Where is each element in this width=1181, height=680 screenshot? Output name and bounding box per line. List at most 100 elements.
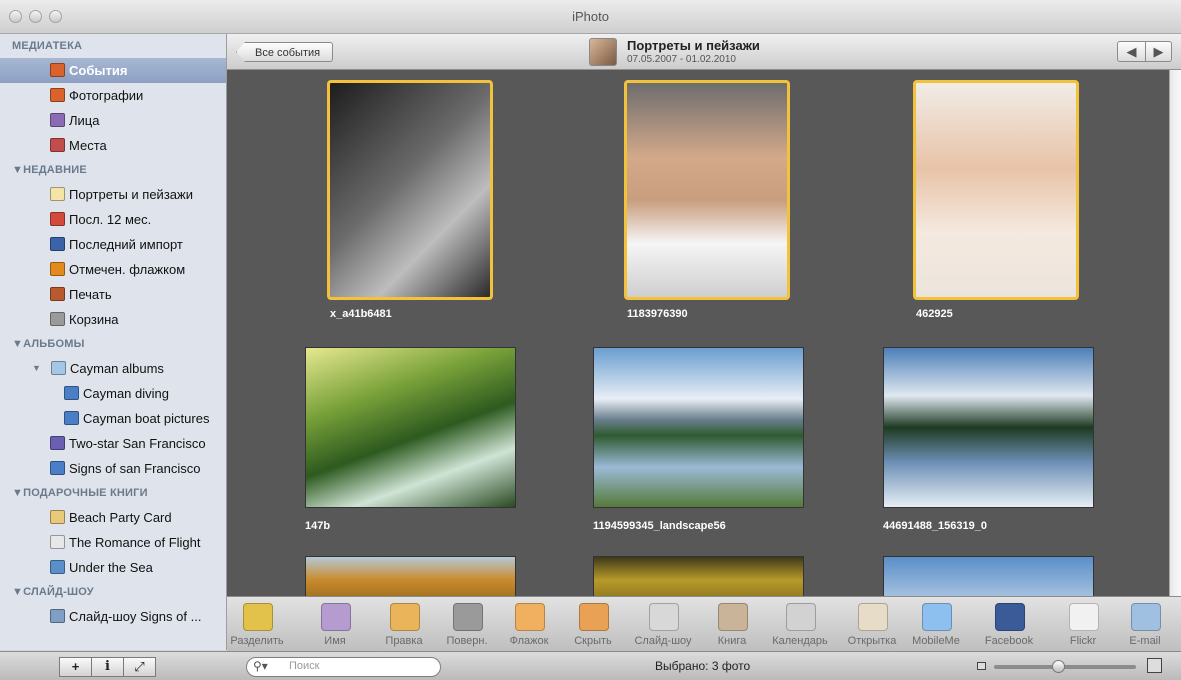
edit-icon[interactable] (390, 603, 420, 631)
photos-icon (50, 88, 65, 102)
split-icon[interactable] (243, 603, 273, 631)
email-icon[interactable] (1131, 603, 1161, 631)
sidebar-section-header[interactable]: ▼СЛАЙД-ШОУ (0, 580, 226, 604)
event-header: Все события Портреты и пейзажи 07.05.200… (227, 34, 1181, 70)
toolbar-button[interactable]: Флажок (499, 597, 559, 652)
sidebar-section-header[interactable]: ▼ПОДАРОЧНЫЕ КНИГИ (0, 481, 226, 505)
name-icon[interactable] (321, 603, 351, 631)
photo-caption[interactable]: 1194599345_landscape56 (593, 520, 726, 532)
photo-thumbnail[interactable] (883, 556, 1094, 596)
toolbar-button[interactable]: Правка (374, 597, 434, 652)
calendar-icon[interactable] (786, 603, 816, 631)
toolbar-button-label: Flickr (1069, 635, 1097, 647)
sidebar-item[interactable]: Отмечен. флажком (0, 257, 226, 282)
toolbar-button[interactable]: Разделить (227, 597, 287, 652)
flickr-icon[interactable] (1069, 603, 1099, 631)
previous-event-button[interactable]: ◀ (1118, 42, 1146, 61)
sidebar-item[interactable]: Cayman boat pictures (0, 406, 226, 431)
sidebar-item-label: Two-star San Francisco (69, 436, 206, 451)
sidebar-item[interactable]: Посл. 12 мес. (0, 207, 226, 232)
sidebar-item[interactable]: Фотографии (0, 83, 226, 108)
vertical-scrollbar[interactable] (1169, 70, 1181, 596)
disclosure-triangle-icon[interactable]: ▼ (32, 356, 41, 381)
photo-grid: x_a41b6481 1183976390 462925 147b 1194599345… (227, 70, 1169, 596)
book-icon[interactable] (718, 603, 748, 631)
fullscreen-button[interactable]: ⤢ (123, 657, 156, 677)
toolbar-button[interactable]: Facebook (979, 597, 1039, 652)
toolbar-button[interactable]: Поверн. (437, 597, 497, 652)
sidebar-section-header[interactable]: МЕДИАТЕКА (0, 34, 226, 58)
photo-thumbnail[interactable] (624, 80, 790, 300)
sidebar-section-header[interactable]: ▼АЛЬБОМЫ (0, 332, 226, 356)
photo-caption[interactable]: 1183976390 (627, 308, 688, 320)
sidebar-item[interactable]: Корзина (0, 307, 226, 332)
info-button[interactable]: i (91, 657, 124, 677)
add-button[interactable]: + (59, 657, 92, 677)
toolbar-button-label: Скрыть (574, 635, 612, 647)
toolbar-button-label: Имя (324, 635, 346, 647)
sidebar-item[interactable]: Under the Sea (0, 555, 226, 580)
sidebar-item[interactable]: ▼ Cayman albums (0, 356, 226, 381)
photo-caption[interactable]: 147b (305, 520, 330, 532)
sidebar-section-header[interactable]: ▼НЕДАВНИЕ (0, 158, 226, 182)
smart-album-icon (50, 436, 65, 450)
toolbar-button[interactable]: Скрыть (563, 597, 623, 652)
sidebar-item[interactable]: Лица (0, 108, 226, 133)
sidebar-item[interactable]: Портреты и пейзажи (0, 182, 226, 207)
sidebar-item[interactable]: Cayman diving (0, 381, 226, 406)
search-field[interactable]: ⚲▾ Поиск (246, 657, 441, 677)
sidebar-item[interactable]: Последний импорт (0, 232, 226, 257)
album-icon (64, 386, 79, 400)
slideshow-icon (50, 609, 65, 623)
toolbar-button[interactable]: E-mail (1115, 597, 1175, 652)
photo-thumbnail[interactable] (305, 556, 516, 596)
photo-thumbnail[interactable] (305, 347, 516, 508)
toolbar-button[interactable]: Книга (702, 597, 762, 652)
rotate-icon[interactable] (453, 603, 483, 631)
photo-thumbnail[interactable] (327, 80, 493, 300)
sidebar-item-label: Cayman boat pictures (83, 411, 210, 426)
photo-thumbnail[interactable] (913, 80, 1079, 300)
toolbar-button[interactable]: Имя (305, 597, 365, 652)
all-events-button[interactable]: Все события (236, 42, 334, 62)
toolbar-button[interactable]: Flickr (1053, 597, 1113, 652)
sidebar-item[interactable]: Места (0, 133, 226, 158)
sidebar-item-label: Слайд-шоу Signs of ... (69, 609, 202, 624)
sidebar-item[interactable]: The Romance of Flight (0, 530, 226, 555)
next-event-button[interactable]: ▶ (1145, 42, 1172, 61)
sidebar-item-label: Cayman albums (70, 361, 164, 376)
search-input[interactable]: Поиск (289, 660, 319, 672)
sidebar-item-label: Последний импорт (69, 237, 183, 252)
sidebar-item[interactable]: События (0, 58, 226, 83)
toolbar-button[interactable]: Открытка (842, 597, 902, 652)
card-icon[interactable] (858, 603, 888, 631)
zoom-slider[interactable] (994, 660, 1136, 673)
sidebar-item[interactable]: Печать (0, 282, 226, 307)
hide-icon[interactable] (579, 603, 609, 631)
sidebar-item[interactable]: Two-star San Francisco (0, 431, 226, 456)
photo-thumbnail[interactable] (883, 347, 1094, 508)
large-thumbnail-icon (1147, 658, 1162, 673)
sidebar-item[interactable]: Beach Party Card (0, 505, 226, 530)
photo-thumbnail[interactable] (593, 556, 804, 596)
sidebar-item-label: The Romance of Flight (69, 535, 201, 550)
zoom-slider-knob[interactable] (1051, 660, 1065, 673)
toolbar-button[interactable]: Слайд-шоу (633, 597, 693, 652)
photo-caption[interactable]: x_a41b6481 (330, 308, 392, 320)
cloud-icon[interactable] (922, 603, 952, 631)
facebook-icon[interactable] (995, 603, 1025, 631)
photo-caption[interactable]: 44691488_156319_0 (883, 520, 987, 532)
sidebar-item[interactable]: Signs of san Francisco (0, 456, 226, 481)
sidebar-item[interactable]: Слайд-шоу Signs of ... (0, 604, 226, 629)
flag-icon[interactable] (515, 603, 545, 631)
places-icon (50, 138, 65, 152)
faces-icon (50, 113, 65, 127)
sidebar-item-label: Посл. 12 мес. (69, 212, 152, 227)
play-icon[interactable] (649, 603, 679, 631)
search-icon[interactable]: ⚲▾ (253, 659, 268, 673)
sidebar-item-label: Места (69, 138, 107, 153)
photo-caption[interactable]: 462925 (916, 308, 953, 320)
toolbar-button[interactable]: Календарь (770, 597, 830, 652)
photo-thumbnail[interactable] (593, 347, 804, 508)
toolbar-button[interactable]: MobileMe (906, 597, 966, 652)
